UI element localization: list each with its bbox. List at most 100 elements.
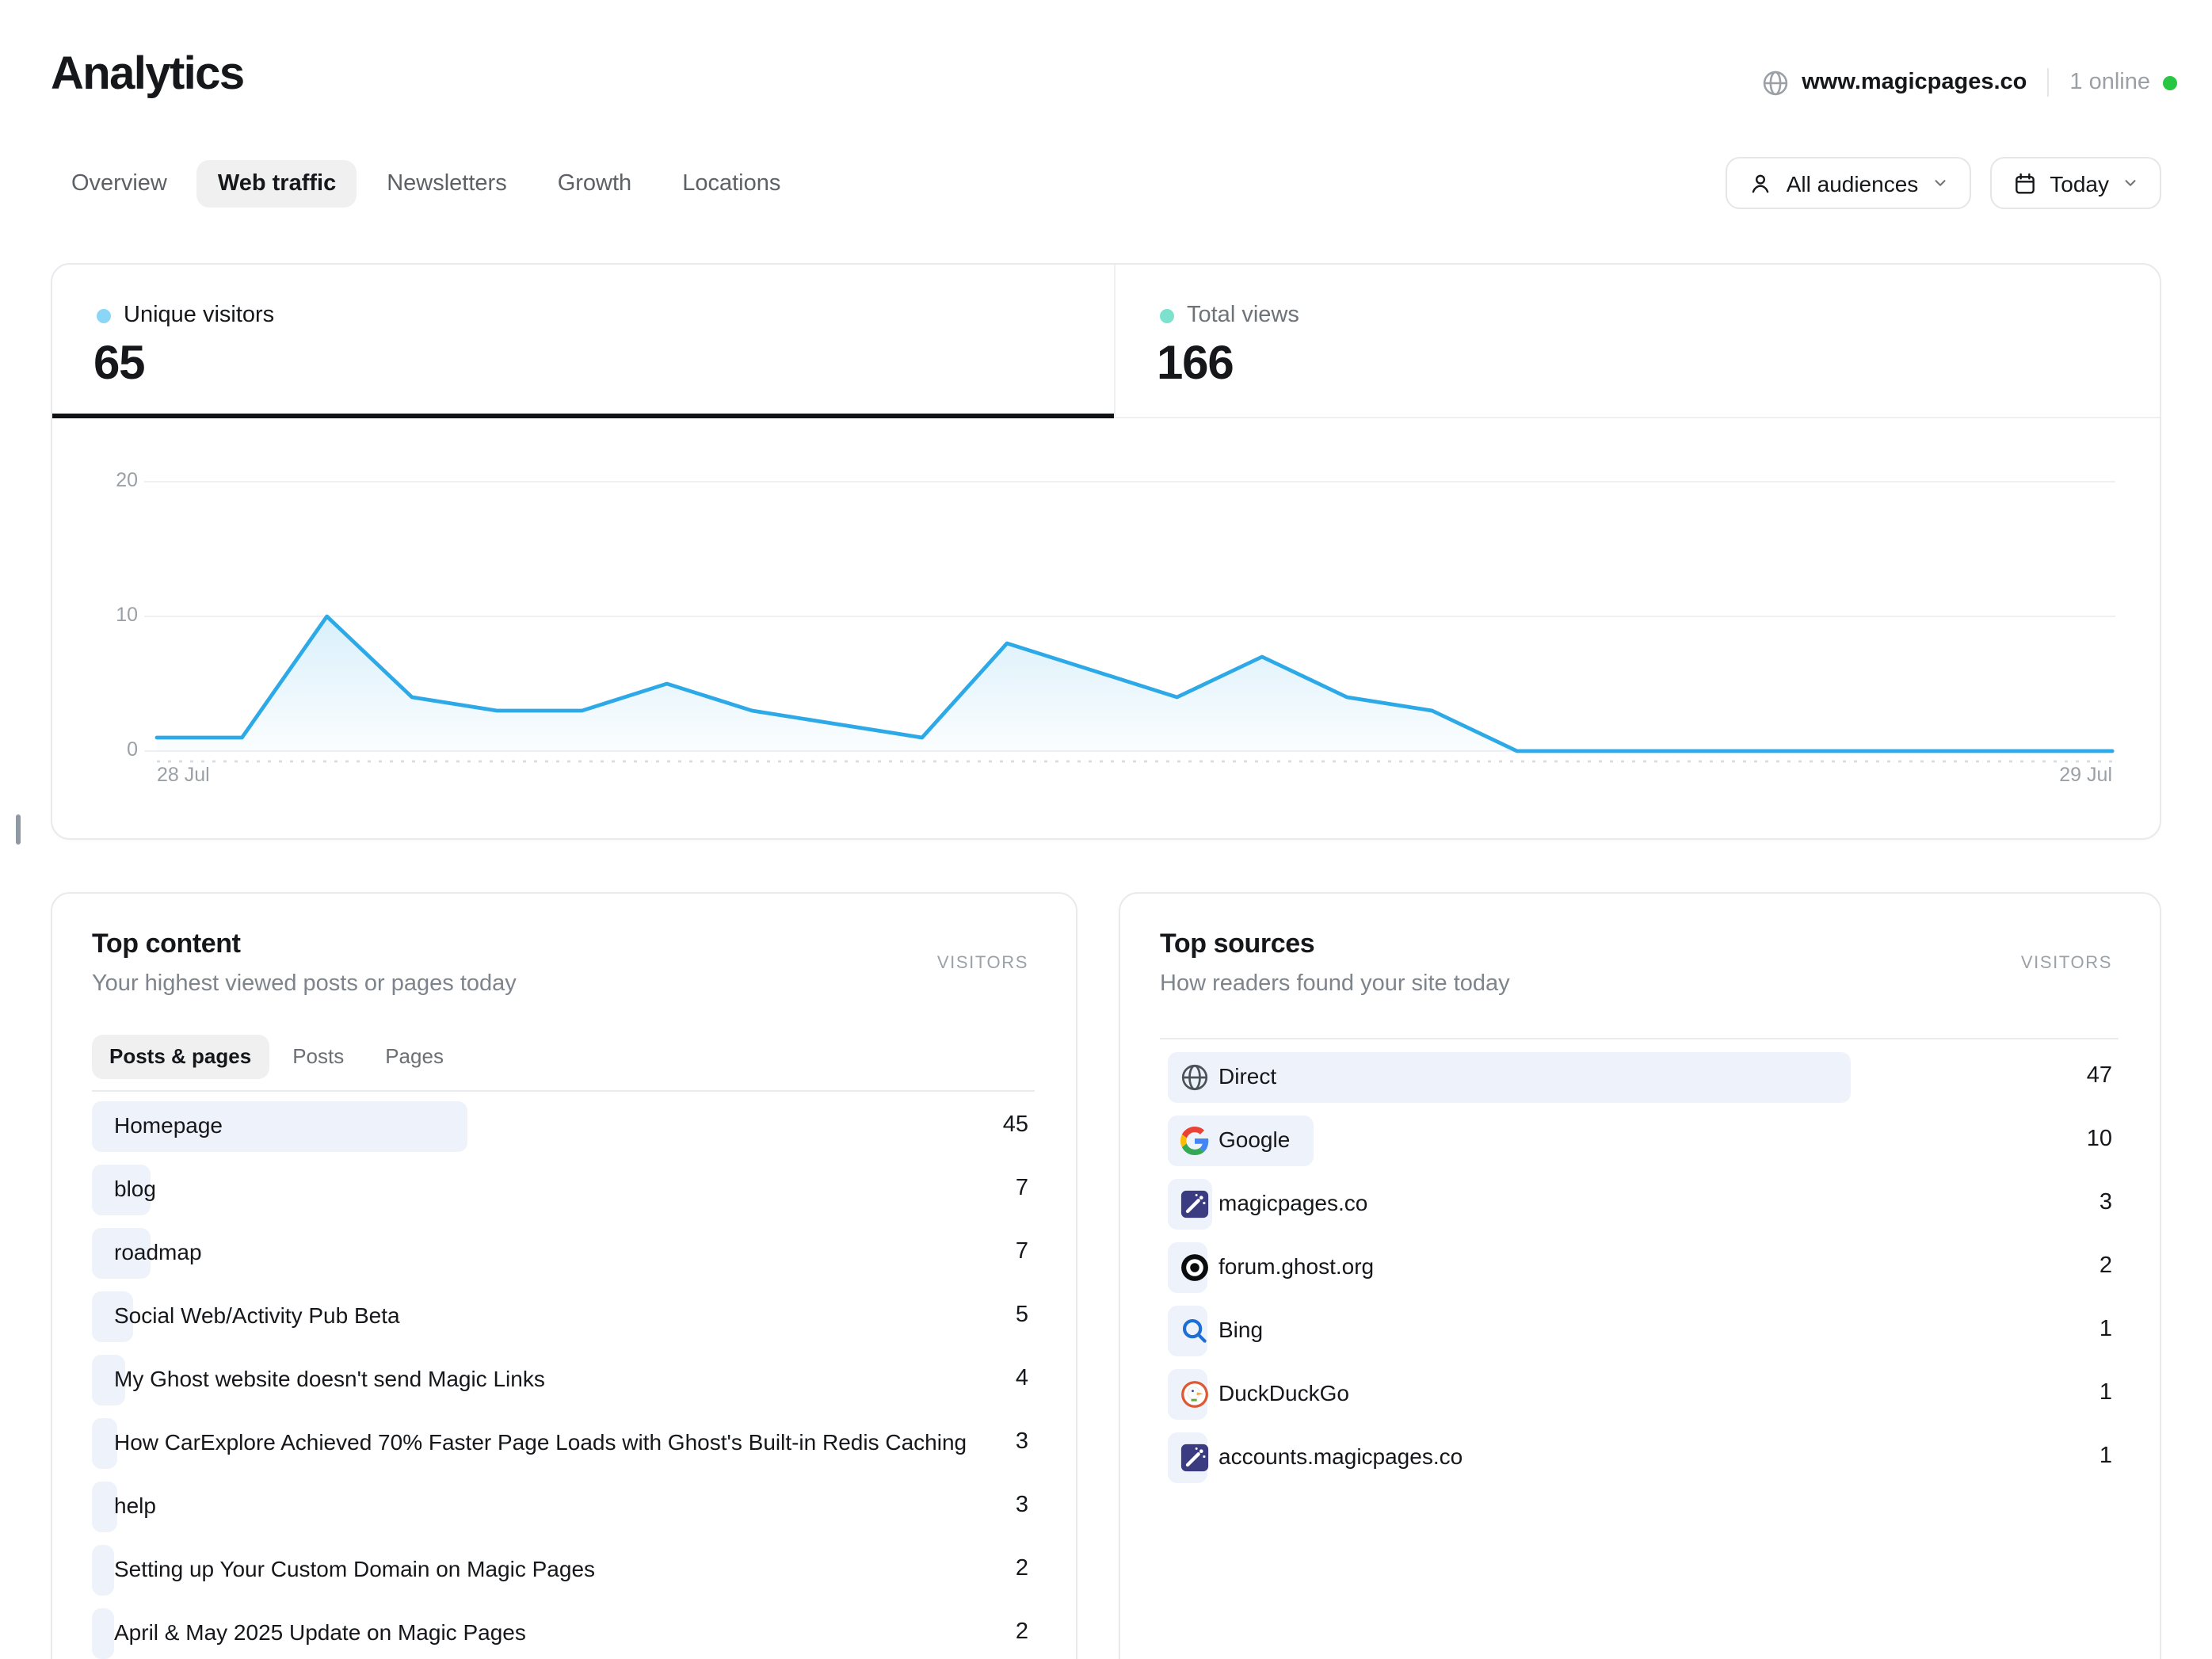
online-count: 1 online [2069,70,2150,95]
visitors-column-header: VISITORS [937,954,1028,973]
google-icon [1180,1127,1209,1155]
globe-icon [1762,69,1789,96]
source-row[interactable]: forum.ghost.org2 [1168,1236,2112,1299]
audience-filter-button[interactable]: All audiences [1726,157,1971,209]
source-row[interactable]: accounts.magicpages.co 1 [1168,1426,2112,1489]
total-views-value: 166 [1157,338,1234,391]
row-visitors: 3 [1016,1429,1028,1455]
source-row[interactable]: Bing 1 [1168,1299,2112,1363]
date-filter-button[interactable]: Today [1989,157,2161,209]
web-traffic-card: Unique visitors 65 Total views 166 20 10… [51,263,2161,840]
row-label: Homepage [114,1112,223,1138]
chevron-down-icon [2122,174,2139,192]
list-divider [1160,1038,2119,1039]
duckduckgo-icon [1180,1380,1209,1409]
source-row[interactable]: DuckDuckGo 1 [1168,1363,2112,1426]
source-row[interactable]: Google 10 [1168,1109,2112,1173]
chevron-down-icon [1931,174,1948,192]
content-row[interactable]: help 3 [92,1475,1028,1539]
stat-tab-unique-visitors[interactable]: Unique visitors 65 [52,265,1114,418]
top-sources-title: Top sources [1160,929,1314,960]
top-content-card: Top content Your highest viewed posts or… [51,892,1077,1659]
row-label: How CarExplore Achieved 70% Faster Page … [114,1429,967,1455]
row-label: April & May 2025 Update on Magic Pages [114,1619,526,1645]
magicpages-icon [1180,1444,1209,1472]
filters: All audiences Today [1726,157,2161,209]
row-visitors: 2 [1016,1556,1028,1581]
row-visitors: 3 [2099,1190,2112,1215]
content-row[interactable]: My Ghost website doesn't send Magic Link… [92,1348,1028,1412]
stat-tab-total-views[interactable]: Total views 166 [1116,265,2160,418]
row-label: Direct [1219,1063,1276,1089]
vertical-divider [2047,68,2049,97]
visitors-column-header: VISITORS [2021,954,2112,973]
bing-icon [1180,1317,1209,1345]
source-row[interactable]: magicpages.co 3 [1168,1173,2112,1236]
globe-icon [1180,1063,1209,1092]
unique-visitors-label: Unique visitors [124,303,274,328]
row-visitors: 1 [2099,1380,2112,1405]
analytics-nav: Overview Web traffic Newsletters Growth … [51,160,810,208]
content-row[interactable]: April & May 2025 Update on Magic Pages 2 [92,1602,1028,1659]
tab-posts-and-pages[interactable]: Posts & pages [92,1035,269,1079]
top-sources-card: Top sources How readers found your site … [1119,892,2161,1659]
row-label: blog [114,1176,156,1201]
tab-pages[interactable]: Pages [368,1035,461,1079]
row-label: magicpages.co [1219,1190,1367,1215]
row-visitors: 1 [2099,1444,2112,1469]
page-title: Analytics [51,49,244,101]
tab-growth[interactable]: Growth [537,160,653,208]
site-info: www.magicpages.co 1 online [1762,67,2177,98]
row-label: help [114,1493,156,1518]
top-content-list: Homepage45blog7roadmap7Social Web/Activi… [92,1095,1028,1659]
row-visitors: 7 [1016,1239,1028,1264]
row-label: Social Web/Activity Pub Beta [114,1302,400,1328]
content-row[interactable]: Homepage 45 [92,1095,1028,1158]
row-label: DuckDuckGo [1219,1380,1349,1405]
row-bar [92,1545,114,1596]
online-status-dot [2163,75,2177,90]
row-visitors: 2 [1016,1619,1028,1645]
tab-overview[interactable]: Overview [51,160,188,208]
site-domain-link[interactable]: www.magicpages.co [1802,70,2027,95]
unique-visitors-value: 65 [93,338,144,391]
stat-divider [1114,265,1116,418]
content-row[interactable]: How CarExplore Achieved 70% Faster Page … [92,1412,1028,1475]
row-visitors: 45 [1003,1112,1028,1138]
row-visitors: 3 [1016,1493,1028,1518]
content-row[interactable]: Social Web/Activity Pub Beta5 [92,1285,1028,1348]
analytics-page: Analytics www.magicpages.co 1 online Ove… [0,0,2212,1659]
x-axis-start-label: 28 Jul [157,764,210,786]
content-row[interactable]: roadmap7 [92,1222,1028,1285]
row-visitors: 7 [1016,1176,1028,1201]
calendar-icon [2012,170,2037,196]
row-label: Google [1219,1127,1290,1152]
row-visitors: 47 [2087,1063,2112,1089]
row-bar [92,1418,117,1469]
row-visitors: 4 [1016,1366,1028,1391]
top-content-subtitle: Your highest viewed posts or pages today [92,971,517,997]
row-visitors: 1 [2099,1317,2112,1342]
source-row[interactable]: Direct 47 [1168,1046,2112,1109]
tab-newsletters[interactable]: Newsletters [366,160,528,208]
content-type-tabs: Posts & pages Posts Pages [92,1035,467,1079]
scrollbar-thumb[interactable] [16,814,21,845]
row-label: Bing [1219,1317,1263,1342]
row-bar [92,1482,117,1532]
row-label: accounts.magicpages.co [1219,1444,1463,1469]
tab-locations[interactable]: Locations [662,160,801,208]
content-row[interactable]: Setting up Your Custom Domain on Magic P… [92,1539,1028,1602]
ghost-icon [1180,1253,1209,1282]
top-sources-subtitle: How readers found your site today [1160,971,1510,997]
row-label: Setting up Your Custom Domain on Magic P… [114,1556,595,1581]
list-divider [92,1090,1035,1092]
unique-visitors-dot [97,308,111,322]
top-sources-list: Direct 47 Google 10 magicpages.co 3 forum.g… [1168,1046,2112,1489]
x-axis-end-label: 29 Jul [2059,764,2112,786]
row-visitors: 10 [2087,1127,2112,1152]
tab-web-traffic[interactable]: Web traffic [197,160,357,208]
visitors-area-chart[interactable] [52,418,2160,841]
person-icon [1749,170,1774,196]
tab-posts[interactable]: Posts [275,1035,361,1079]
content-row[interactable]: blog 7 [92,1158,1028,1222]
